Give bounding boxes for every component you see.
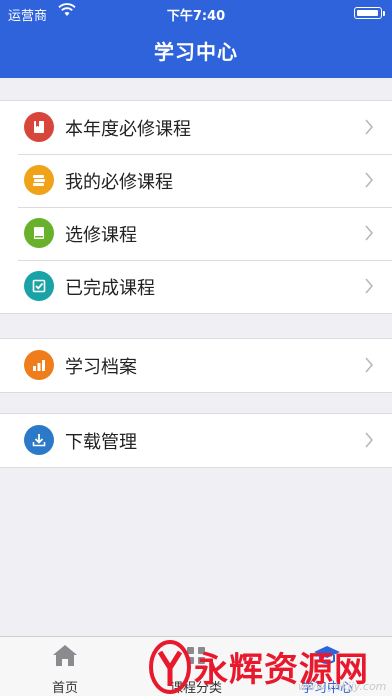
menu-item-completed[interactable]: 已完成课程 (0, 260, 392, 313)
green-book-icon (24, 218, 54, 248)
header-bar: 运营商 下午7:40 学习中心 (0, 0, 392, 78)
menu-item-annual-required[interactable]: 本年度必修课程 (0, 101, 392, 154)
watermark-logo-icon (149, 640, 191, 694)
menu-item-my-required[interactable]: 我的必修课程 (0, 154, 392, 207)
chevron-right-icon (365, 432, 374, 448)
watermark: 永辉资源网 www.yhkjjy.com (148, 640, 392, 696)
teal-checkbox-icon (24, 271, 54, 301)
chevron-right-icon (365, 225, 374, 241)
menu-item-study-records[interactable]: 学习档案 (0, 339, 392, 392)
chevron-right-icon (365, 172, 374, 188)
battery-icon (354, 7, 385, 19)
orange-chart-icon (24, 350, 54, 380)
menu-item-label: 本年度必修课程 (65, 119, 191, 140)
blue-download-icon (24, 425, 54, 455)
watermark-url: www.yhkjjy.com (298, 680, 387, 693)
menu-group-records: 学习档案 (0, 338, 392, 393)
menu-item-label: 已完成课程 (65, 278, 155, 299)
chevron-right-icon (365, 357, 374, 373)
tab-label: 首页 (51, 681, 78, 696)
menu-item-label: 选修课程 (65, 225, 137, 246)
chevron-right-icon (365, 278, 374, 294)
status-bar: 运营商 下午7:40 (0, 0, 392, 26)
menu-group-downloads: 下载管理 (0, 413, 392, 468)
chevron-right-icon (365, 119, 374, 135)
menu-item-label: 下载管理 (65, 432, 137, 453)
menu-item-label: 学习档案 (65, 357, 137, 378)
status-time: 下午7:40 (166, 9, 226, 24)
page-title: 学习中心 (154, 40, 238, 64)
yellow-books-icon (24, 165, 54, 195)
menu-item-elective[interactable]: 选修课程 (0, 207, 392, 260)
home-icon (53, 645, 77, 666)
menu-group-courses: 本年度必修课程 我的必修课程 选修课程 已完成课程 (0, 100, 392, 314)
tab-home[interactable]: 首页 (0, 637, 130, 696)
menu-item-download-manager[interactable]: 下载管理 (0, 414, 392, 467)
menu-item-label: 我的必修课程 (65, 172, 173, 193)
red-book-icon (24, 112, 54, 142)
